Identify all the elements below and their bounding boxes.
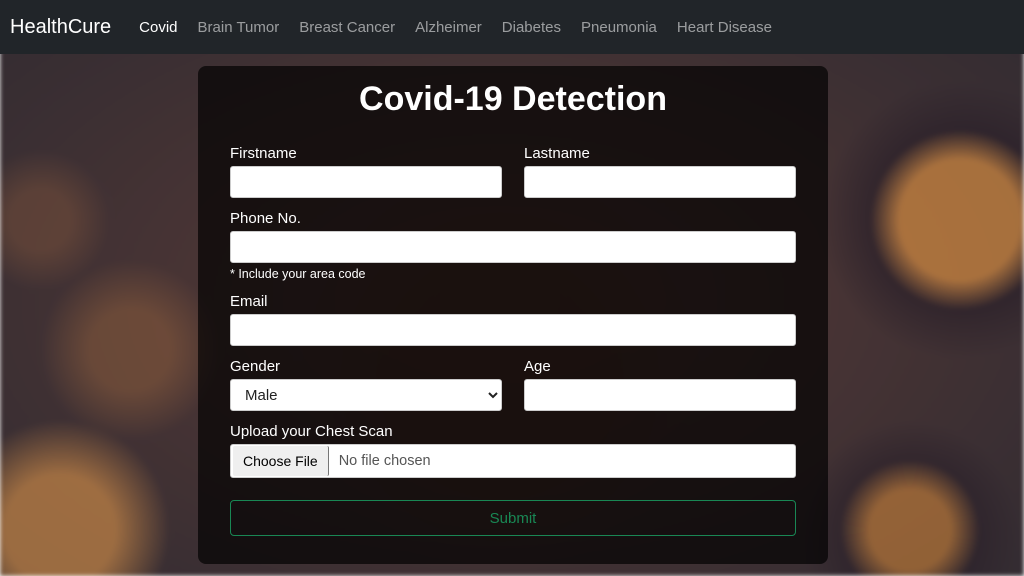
upload-label: Upload your Chest Scan xyxy=(230,423,796,440)
page-title: Covid-19 Detection xyxy=(198,66,828,133)
file-status: No file chosen xyxy=(331,453,431,469)
submit-button[interactable]: Submit xyxy=(230,500,796,536)
nav-alzheimer[interactable]: Alzheimer xyxy=(405,13,492,42)
nav-pneumonia[interactable]: Pneumonia xyxy=(571,13,667,42)
gender-label: Gender xyxy=(230,358,502,375)
email-label: Email xyxy=(230,293,796,310)
firstname-input[interactable] xyxy=(230,166,502,198)
firstname-label: Firstname xyxy=(230,145,502,162)
lastname-input[interactable] xyxy=(524,166,796,198)
navbar: HealthCure Covid Brain Tumor Breast Canc… xyxy=(0,0,1024,54)
file-input-wrapper[interactable]: Choose File No file chosen xyxy=(230,444,796,478)
brand[interactable]: HealthCure xyxy=(10,16,117,39)
nav-heart-disease[interactable]: Heart Disease xyxy=(667,13,782,42)
form-card: Covid-19 Detection Firstname Lastname Ph… xyxy=(198,66,828,564)
phone-input[interactable] xyxy=(230,231,796,263)
phone-hint: * Include your area code xyxy=(230,267,796,281)
lastname-label: Lastname xyxy=(524,145,796,162)
nav-diabetes[interactable]: Diabetes xyxy=(492,13,571,42)
phone-label: Phone No. xyxy=(230,210,796,227)
gender-select[interactable]: Male xyxy=(230,379,502,411)
nav-breast-cancer[interactable]: Breast Cancer xyxy=(289,13,405,42)
email-input[interactable] xyxy=(230,314,796,346)
nav-brain-tumor[interactable]: Brain Tumor xyxy=(188,13,290,42)
nav-covid[interactable]: Covid xyxy=(129,13,187,42)
choose-file-button[interactable]: Choose File xyxy=(233,446,329,476)
age-input[interactable] xyxy=(524,379,796,411)
age-label: Age xyxy=(524,358,796,375)
